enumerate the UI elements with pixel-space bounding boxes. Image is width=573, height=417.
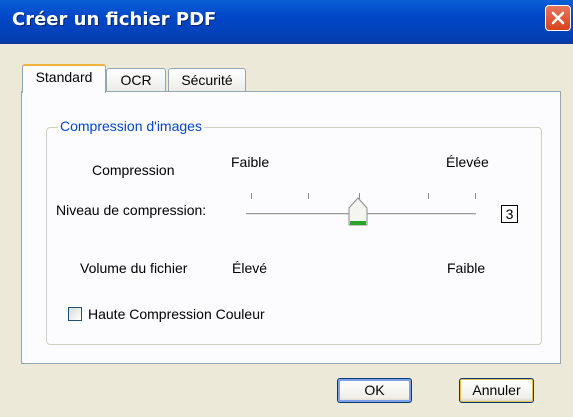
tab-securite[interactable]: Sécurité (168, 68, 246, 92)
slider-thumb[interactable] (348, 197, 368, 227)
group-title: Compression d'images (58, 118, 204, 134)
cancel-button[interactable]: Annuler (459, 378, 534, 403)
volume-label: Volume du fichier (80, 260, 188, 276)
compression-low-label: Faible (231, 154, 270, 170)
tab-securite-label: Sécurité (181, 72, 233, 88)
slider-tick (475, 193, 476, 199)
compression-high-label: Élevée (446, 154, 489, 170)
level-label: Niveau de compression: (56, 202, 207, 218)
tab-standard-label: Standard (35, 69, 93, 85)
slider-tick (428, 193, 429, 199)
checkbox-label[interactable]: Haute Compression Couleur (88, 306, 265, 322)
slider-tick (251, 193, 252, 199)
dialog-window: Créer un fichier PDF Standard OCR Sécuri… (0, 0, 573, 417)
compression-label: Compression (92, 162, 175, 178)
tab-panel: Compression d'images Compression Faible … (21, 91, 561, 364)
high-color-compression-checkbox[interactable] (68, 307, 82, 321)
tab-ocr[interactable]: OCR (106, 68, 166, 92)
tab-ocr-label: OCR (120, 72, 152, 88)
tab-standard[interactable]: Standard (22, 64, 106, 93)
level-value[interactable]: 3 (501, 205, 518, 223)
close-icon (551, 11, 565, 25)
volume-high-label: Élevé (232, 260, 268, 276)
window-title: Créer un fichier PDF (12, 9, 217, 30)
ok-button[interactable]: OK (337, 378, 412, 403)
close-button[interactable] (545, 5, 571, 31)
slider-tick (308, 193, 309, 199)
volume-low-label: Faible (447, 260, 486, 276)
title-bar[interactable]: Créer un fichier PDF (0, 0, 573, 44)
